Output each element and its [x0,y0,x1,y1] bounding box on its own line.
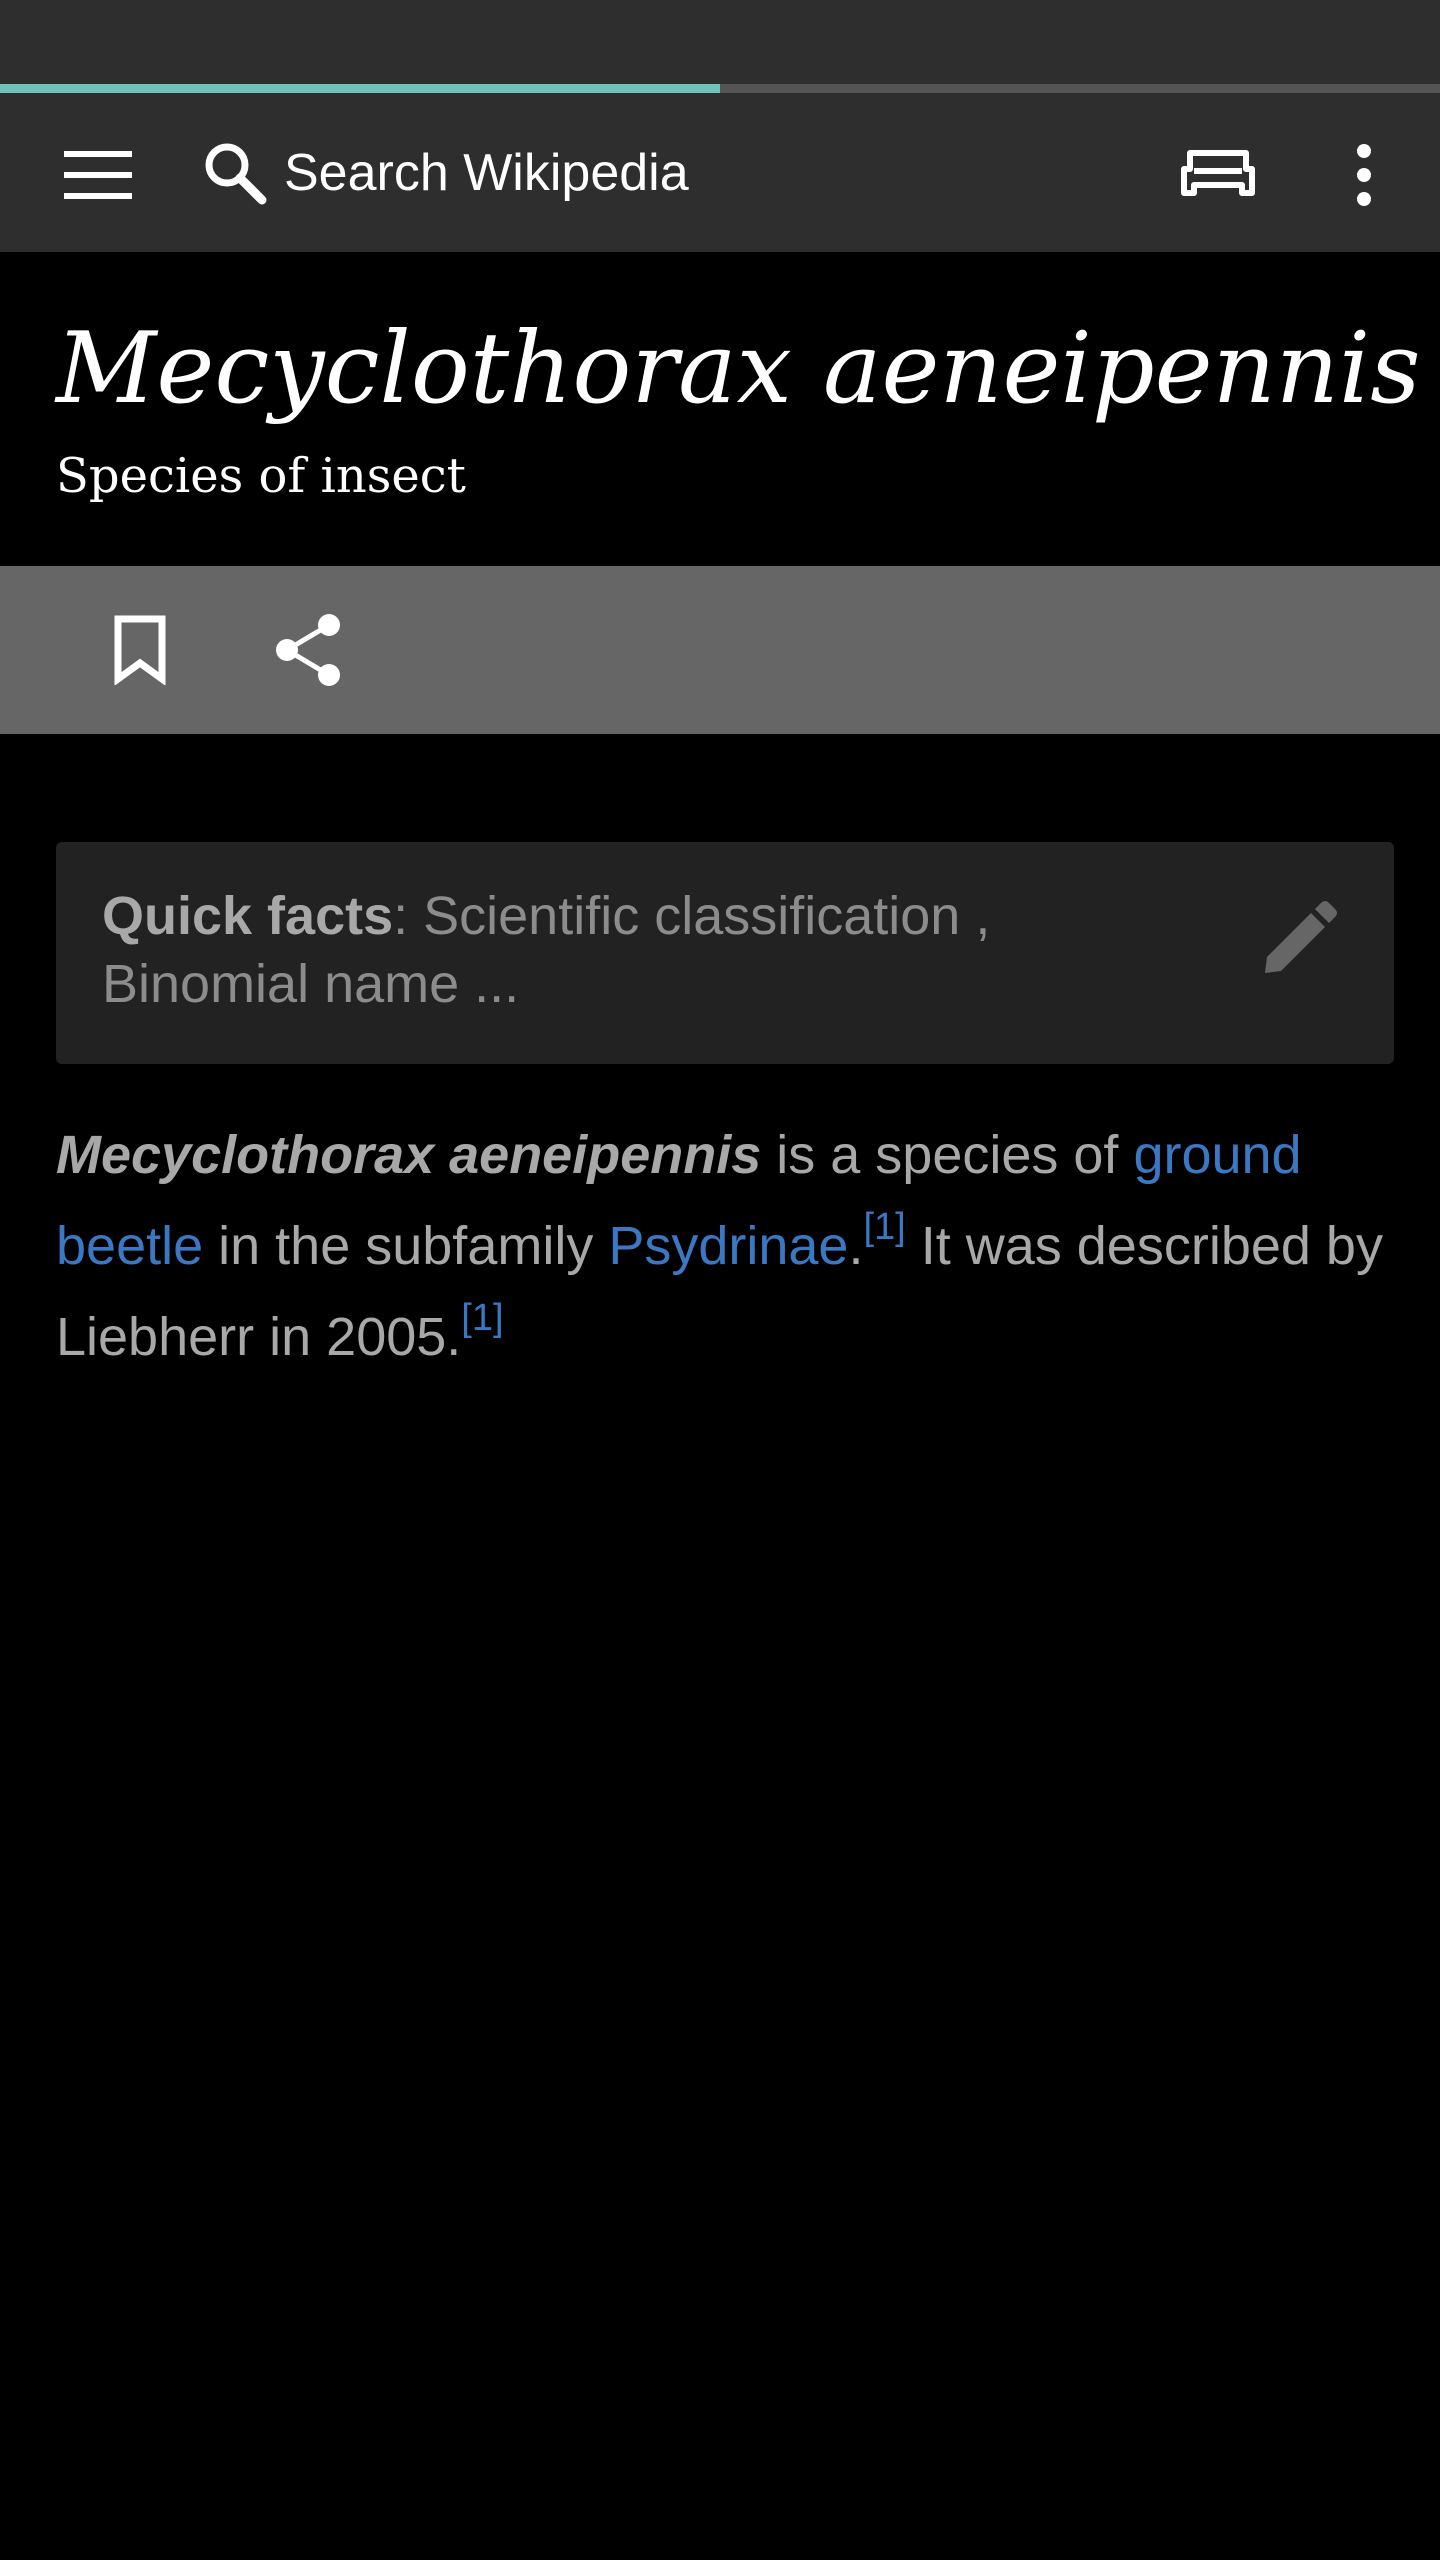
reference-link[interactable]: [1] [461,1297,503,1339]
search-placeholder: Search Wikipedia [284,144,689,202]
reference-link[interactable]: [1] [863,1206,905,1248]
article-text: is a species of [761,1125,1134,1185]
page-load-progress-bar [0,84,1440,93]
more-vertical-icon[interactable] [1306,125,1422,225]
psydrinae-link[interactable]: Psydrinae [608,1216,848,1276]
hamburger-menu-icon[interactable] [40,125,156,225]
article-header: Mecyclothorax aeneipennis Species of ins… [0,252,1440,566]
page-description: Species of insect [56,448,466,504]
article-text: in the subfamily [203,1216,609,1276]
quick-facts-label: Quick facts [102,886,394,946]
top-toolbar: Search Wikipedia [0,93,1440,252]
article-action-bar [0,566,1440,734]
article-paragraph: Mecyclothorax aeneipennis is a species o… [56,1110,1396,1383]
edit-pencil-icon[interactable] [1244,882,1354,992]
article-text: . [848,1216,864,1276]
share-icon[interactable] [252,594,364,706]
bookmark-icon[interactable] [84,594,196,706]
article-subject: Mecyclothorax aeneipennis [56,1125,762,1185]
status-bar-area [0,0,1440,84]
quick-facts-box[interactable]: Quick facts: Scientific classification ,… [56,842,1394,1064]
search-icon [190,123,280,223]
progress-bar-fill [0,84,720,93]
search-bar[interactable]: Search Wikipedia [190,115,1070,231]
page-title: Mecyclothorax aeneipennis [56,312,1421,426]
tabs-icon[interactable] [1160,125,1276,225]
quick-facts-text: Quick facts: Scientific classification ,… [102,882,1152,1018]
